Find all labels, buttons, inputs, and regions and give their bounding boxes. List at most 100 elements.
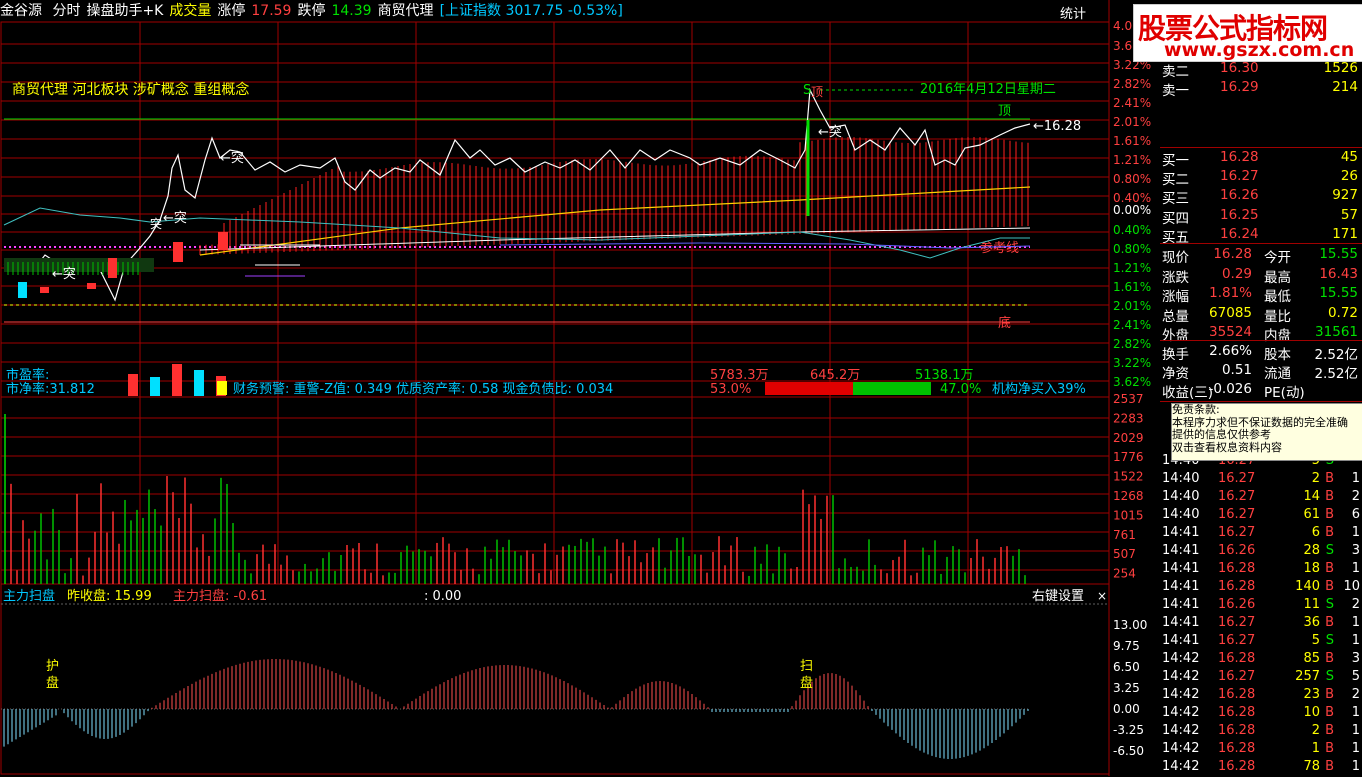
trade-price: 16.28: [1218, 561, 1256, 576]
trade-time: 14:42: [1162, 723, 1200, 738]
quote-row: 涨跌 0.29 最高 16.43: [1160, 265, 1362, 286]
y-axis-label: 2.01%: [1113, 299, 1151, 313]
trade-count: 1: [1351, 759, 1360, 774]
trade-count: 10: [1343, 579, 1360, 594]
trade-price: 16.27: [1218, 525, 1256, 540]
y-axis-label: 0.80%: [1113, 242, 1151, 256]
quote-value: 0.29: [1221, 265, 1252, 282]
y-axis-label: 1.21%: [1113, 261, 1151, 275]
stats-value: 0.51: [1221, 362, 1252, 378]
buy-pct: 47.0%: [940, 382, 981, 397]
finance-bar: [194, 370, 204, 396]
trades-divider: [1160, 401, 1362, 402]
trade-time: 14:41: [1162, 561, 1200, 576]
finance-bar: [217, 381, 227, 395]
trade-price: 16.27: [1218, 471, 1256, 486]
trade-side: B: [1325, 579, 1334, 594]
trade-price: 16.27: [1218, 489, 1256, 504]
indicator-title: 主力扫盘: [3, 588, 55, 604]
date-label: 2016年4月12日星期二: [920, 82, 1056, 97]
trade-price: 16.27: [1218, 669, 1256, 684]
trade-side: B: [1325, 741, 1334, 756]
volume-axis-label: 1522: [1113, 470, 1144, 484]
volume-axis-label: 1776: [1113, 450, 1144, 464]
y-axis-label: 2.82%: [1113, 337, 1151, 351]
y-axis-label: 3.22%: [1113, 356, 1151, 370]
trade-volume: 28: [1303, 543, 1320, 558]
trade-price: 16.27: [1218, 507, 1256, 522]
close-icon[interactable]: ×: [1097, 589, 1107, 603]
bid-volume: 927: [1332, 187, 1358, 204]
y-axis-label: 3.62%: [1113, 375, 1151, 389]
ask-row[interactable]: 卖一 16.29 214: [1160, 79, 1362, 99]
finance-bar: [150, 377, 160, 396]
finance-warning: 财务预警: 重警-Z值: 0.349 优质资产率: 0.58 现金负债比: 0.…: [233, 381, 613, 397]
trade-count: 1: [1351, 705, 1360, 720]
settings-button[interactable]: 右键设置: [1032, 589, 1084, 604]
trade-side: B: [1325, 651, 1334, 666]
mid-amount: 645.2万: [810, 368, 860, 383]
trade-price: 16.28: [1218, 759, 1256, 774]
trade-volume: 11: [1303, 597, 1320, 612]
break-label: 突: [150, 216, 162, 231]
top-label: 顶: [998, 104, 1011, 119]
y-axis-label: 0.80%: [1113, 172, 1151, 186]
protect-label: 盘: [46, 675, 59, 691]
trade-row: 14:41 16.26 28 S 3: [1160, 543, 1362, 561]
buy-bar: [853, 382, 931, 395]
quote-value: 35524: [1209, 324, 1252, 340]
trade-price: 16.28: [1218, 723, 1256, 738]
trade-price: 16.28: [1218, 651, 1256, 666]
disclaimer-title: 免责条款:: [1172, 403, 1220, 416]
pe-label: 市盈率:: [6, 367, 49, 383]
ask-price: 16.29: [1220, 79, 1259, 95]
trade-volume: 10: [1303, 705, 1320, 720]
quote-value: 31561: [1315, 324, 1358, 340]
trade-volume: 23: [1303, 687, 1320, 702]
trade-volume: 78: [1303, 759, 1320, 774]
trade-side: B: [1325, 687, 1334, 702]
volume-axis-label: 1268: [1113, 489, 1144, 503]
stats-divider: [1160, 340, 1362, 341]
indicator-axis-label: -3.25: [1113, 723, 1144, 737]
ask-row[interactable]: 卖二 16.30 1526: [1160, 60, 1362, 80]
trade-price: 16.26: [1218, 543, 1256, 558]
trade-side: S: [1325, 669, 1334, 684]
stats-row: 收益(三) -0.026 PE(动): [1160, 381, 1362, 401]
bid-volume: 171: [1332, 225, 1358, 242]
bid-row[interactable]: 买五 16.24 171: [1160, 225, 1362, 246]
bid-row[interactable]: 买二 16.27 26: [1160, 168, 1362, 188]
quote-label: 涨幅: [1162, 289, 1189, 305]
disclaimer-tooltip[interactable]: 免责条款: 本程序力求但不保证数据的完全准确 提供的信息仅供参考 双击查看权息资…: [1171, 403, 1362, 461]
trade-count: 1: [1351, 633, 1360, 648]
trade-side: B: [1325, 615, 1334, 630]
stats-label: 流通: [1264, 366, 1291, 382]
quote-divider: [1160, 243, 1362, 244]
bid-price: 16.25: [1220, 206, 1259, 223]
trade-price: 16.28: [1218, 741, 1256, 756]
indicator-axis-label: 13.00: [1113, 618, 1147, 632]
bid-row[interactable]: 买四 16.25 57: [1160, 206, 1362, 227]
break-label: ←突: [52, 266, 76, 282]
trade-side: B: [1325, 489, 1334, 504]
bid-row[interactable]: 买三 16.26 927: [1160, 187, 1362, 207]
trade-row: 14:41 16.27 6 B 1: [1160, 525, 1362, 543]
trade-count: 2: [1351, 597, 1360, 612]
stats-value: 2.52亿: [1314, 366, 1358, 382]
sell-pct: 53.0%: [710, 382, 751, 397]
trade-time: 14:40: [1162, 489, 1200, 504]
trade-volume: 2: [1311, 471, 1320, 486]
trade-count: 1: [1351, 615, 1360, 630]
trade-count: 3: [1351, 651, 1360, 666]
stats-label: PE(动): [1264, 385, 1305, 401]
break-label: ←突: [818, 124, 842, 140]
disclaimer-line: 提供的信息仅供参考: [1172, 428, 1271, 441]
disclaimer-line: 双击查看权息资料内容: [1172, 440, 1282, 454]
protect-label: 护: [46, 659, 59, 674]
bid-row[interactable]: 买一 16.28 45: [1160, 149, 1362, 169]
stats-value: 2.66%: [1209, 343, 1252, 359]
y-axis-label: 3.6: [1113, 39, 1132, 53]
chart-area[interactable]: 4.0 3.6 3.22% 2.82% 2.41% 2.01% 1.61% 1.21% 0.80…: [0, 0, 1160, 776]
trade-time: 14:40: [1162, 507, 1200, 522]
trade-row: 14:42 16.28 2 B 1: [1160, 723, 1362, 741]
